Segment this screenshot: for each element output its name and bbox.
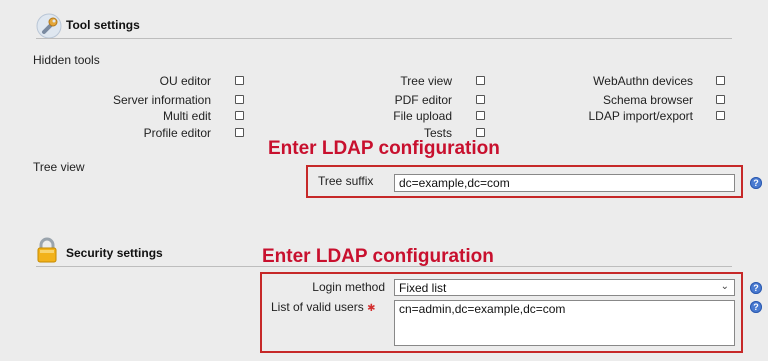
chevron-down-icon: ⌄	[720, 281, 729, 292]
tool-label-server-information: Server information	[112, 93, 211, 107]
checkbox-webauthn-devices[interactable]	[716, 76, 725, 85]
checkbox-tests[interactable]	[476, 128, 485, 137]
help-icon[interactable]: ?	[750, 301, 762, 313]
valid-users-label: List of valid users ✱	[271, 300, 375, 314]
wrench-icon	[36, 13, 62, 39]
tool-label-webauthn-devices: WebAuthn devices	[593, 74, 693, 88]
tool-label-file-upload: File upload	[393, 109, 452, 123]
login-method-label: Login method	[312, 280, 385, 294]
tree-suffix-label: Tree suffix	[318, 174, 374, 188]
checkbox-schema-browser[interactable]	[716, 95, 725, 104]
annotation-enter-ldap-2: Enter LDAP configuration	[262, 246, 494, 267]
tool-label-profile-editor: Profile editor	[143, 126, 211, 140]
tool-label-multi-edit: Multi edit	[162, 109, 211, 123]
checkbox-ou-editor[interactable]	[235, 76, 244, 85]
tool-settings-title: Tool settings	[66, 18, 140, 32]
required-icon: ✱	[367, 303, 376, 314]
checkbox-ldap-import-export[interactable]	[716, 111, 725, 120]
tool-label-pdf-editor: PDF editor	[394, 93, 452, 107]
tree-suffix-input[interactable]	[394, 174, 735, 192]
help-icon[interactable]: ?	[750, 177, 762, 189]
tool-label-ou-editor: OU editor	[159, 74, 211, 88]
checkbox-multi-edit[interactable]	[235, 111, 244, 120]
tool-label-ldap-import-export: LDAP import/export	[588, 109, 694, 123]
login-method-value: Fixed list	[399, 281, 447, 295]
section-divider	[36, 38, 732, 39]
checkbox-profile-editor[interactable]	[235, 128, 244, 137]
checkbox-tree-view[interactable]	[476, 76, 485, 85]
annotation-enter-ldap-1: Enter LDAP configuration	[268, 138, 500, 159]
checkbox-file-upload[interactable]	[476, 111, 485, 120]
tool-label-schema-browser: Schema browser	[602, 93, 693, 107]
login-method-select[interactable]: Fixed list ⌄	[394, 279, 735, 296]
security-settings-title: Security settings	[66, 246, 163, 260]
lock-icon	[36, 237, 58, 263]
tool-label-tree-view: Tree view	[400, 74, 452, 88]
valid-users-textarea[interactable]: cn=admin,dc=example,dc=com	[394, 300, 735, 346]
hidden-tools-label: Hidden tools	[33, 53, 100, 67]
help-icon[interactable]: ?	[750, 282, 762, 294]
checkbox-server-information[interactable]	[235, 95, 244, 104]
tree-view-section-label: Tree view	[33, 160, 85, 174]
valid-users-label-text: List of valid users	[271, 300, 364, 314]
checkbox-pdf-editor[interactable]	[476, 95, 485, 104]
